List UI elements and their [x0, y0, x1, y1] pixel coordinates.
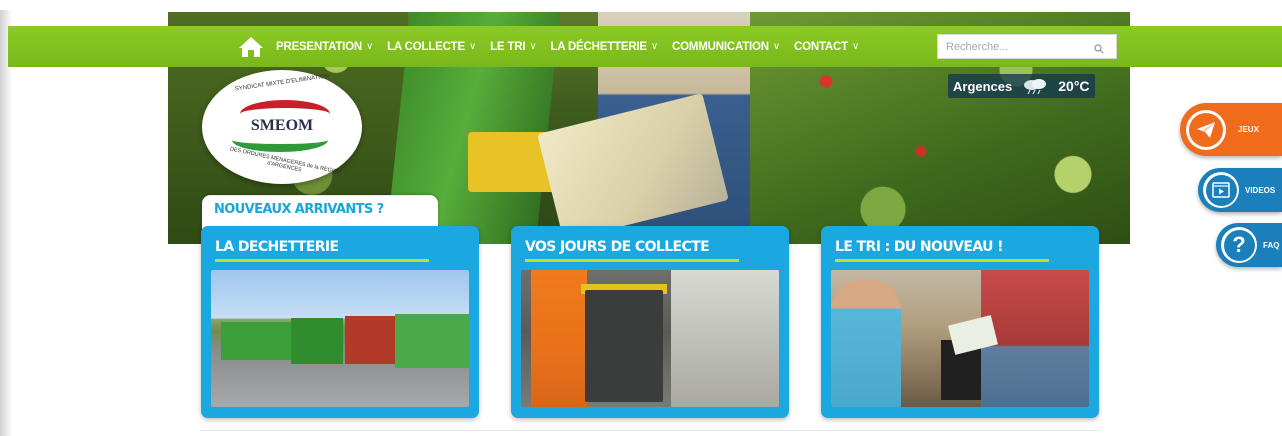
smeom-logo[interactable]: SYNDICAT MIXTE D'ELIMINATION SMEOM DES O…	[202, 70, 362, 184]
search-input[interactable]	[946, 40, 1086, 53]
card-jours-de-collecte[interactable]: VOS JOURS DE COLLECTE	[511, 226, 789, 418]
card-title-underline	[215, 259, 429, 262]
chevron-down-icon: ∨	[772, 41, 780, 52]
logo-green-arc	[232, 128, 328, 152]
nav-item-label: PRESENTATION	[276, 40, 362, 53]
container-green	[395, 314, 469, 368]
nav-item-label: CONTACT	[794, 40, 848, 53]
container-green	[221, 322, 291, 360]
card-title: LA DECHETTERIE	[215, 239, 339, 255]
jeux-button[interactable]: JEUX	[1180, 103, 1282, 156]
video-player-icon	[1203, 172, 1239, 208]
nav-item-contact[interactable]: CONTACT ∨	[794, 41, 859, 53]
paper-plane-icon	[1186, 109, 1226, 150]
nav-item-la-collecte[interactable]: LA COLLECTE ∨	[387, 41, 476, 53]
collection-truck	[671, 270, 779, 407]
page-shadow	[0, 10, 12, 436]
card-title: LE TRI : DU NOUVEAU !	[835, 239, 1004, 255]
container-green	[291, 318, 343, 364]
card-title-underline	[835, 259, 1049, 262]
nav-item-la-dechetterie[interactable]: LA DÉCHETTERIE ∨	[550, 41, 658, 53]
cloud-rain-icon	[1020, 78, 1050, 95]
nav-item-label: LA COLLECTE	[387, 40, 465, 53]
faq-button[interactable]: ? FAQ	[1216, 223, 1282, 267]
videos-button[interactable]: VIDEOS	[1198, 168, 1282, 212]
chevron-down-icon: ∨	[365, 41, 374, 52]
card-photo-tri[interactable]	[831, 270, 1089, 407]
nav-item-label: LE TRI	[490, 40, 526, 53]
weather-widget: Argences 20°C	[948, 74, 1095, 98]
nav-item-le-tri[interactable]: LE TRI ∨	[490, 40, 537, 53]
nav-item-label: COMMUNICATION	[672, 40, 769, 53]
videos-label: VIDEOS	[1245, 185, 1276, 195]
card-photo-collecte[interactable]	[521, 270, 779, 407]
nav-item-communication[interactable]: COMMUNICATION ∨	[672, 41, 780, 53]
container-red	[345, 316, 395, 364]
card-title: VOS JOURS DE COLLECTE	[525, 239, 710, 255]
question-mark-icon: ?	[1221, 227, 1257, 263]
main-navbar: PRESENTATION ∨ LA COLLECTE ∨ LE TRI ∨ LA…	[8, 26, 1282, 67]
garbage-bin	[585, 290, 663, 402]
jeux-label: JEUX	[1238, 125, 1259, 134]
card-title-underline	[525, 259, 739, 262]
search-icon[interactable]	[1094, 41, 1104, 54]
weather-temperature: 20°C	[1058, 78, 1090, 94]
divider	[200, 430, 1100, 431]
chevron-down-icon: ∨	[851, 41, 860, 52]
faq-label: FAQ	[1263, 240, 1280, 250]
home-icon[interactable]	[238, 36, 264, 58]
search-box	[937, 34, 1117, 59]
child-figure	[831, 280, 901, 407]
nav-item-presentation[interactable]: PRESENTATION ∨	[276, 41, 373, 53]
card-dechetterie[interactable]: LA DECHETTERIE	[201, 226, 479, 418]
nav-item-label: LA DÉCHETTERIE	[550, 40, 647, 53]
weather-city: Argences	[953, 78, 1013, 94]
chevron-down-icon: ∨	[468, 41, 477, 52]
card-photo-dechetterie[interactable]	[211, 270, 469, 407]
nav-menu: PRESENTATION ∨ LA COLLECTE ∨ LE TRI ∨ LA…	[238, 26, 873, 67]
card-le-tri[interactable]: LE TRI : DU NOUVEAU !	[821, 226, 1099, 418]
chevron-down-icon: ∨	[650, 41, 659, 52]
chevron-down-icon: ∨	[529, 41, 537, 52]
adult-figure	[981, 270, 1089, 407]
worker-figure	[531, 270, 587, 407]
